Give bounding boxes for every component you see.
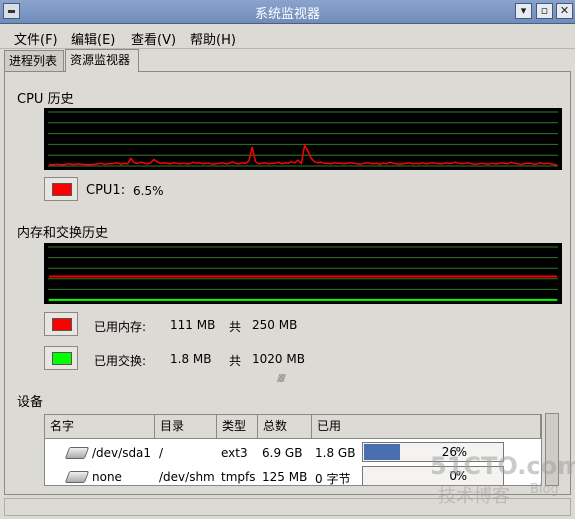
cpu-legend-value: 6.5% [133,184,164,198]
hard-disk-icon [64,447,90,459]
device-used: 1.8 GB [315,446,356,460]
tab-resource-monitor[interactable]: 资源监视器 [65,49,139,72]
menu-view[interactable]: 查看(V) [131,29,176,48]
device-used: 0 字节 [315,472,351,486]
menu-help[interactable]: 帮助(H) [190,29,236,48]
device-dir: /dev/shm [159,470,215,484]
menu-edit[interactable]: 编辑(E) [71,29,115,48]
window-title: 系统监视器 [254,7,320,22]
memory-total-value: 250 MB [252,318,298,332]
window-titlebar[interactable]: 系统监视器 ▾ ▫ ✕ [0,0,575,24]
watermark-blog-cn: 技术博客 [438,486,510,507]
minimize-button[interactable]: ▾ [515,3,532,19]
maximize-button[interactable]: ▫ [536,3,553,19]
memory-of-label: 共 [229,320,242,334]
column-header-total[interactable]: 总数 [258,415,312,439]
devices-title: 设备 [17,395,44,410]
memory-color-button[interactable] [44,312,78,336]
swap-used-label: 已用交换: [94,354,147,368]
column-header-type[interactable]: 类型 [217,415,258,439]
memory-used-value: 111 MB [170,318,216,332]
memory-history-title: 内存和交换历史 [17,226,109,241]
device-name: /dev/sda1 [92,446,152,460]
device-name: none [92,470,122,484]
device-total: 125 MB [262,470,308,484]
devices-table-header: 名字 目录 类型 总数 已用 [45,415,541,439]
memory-color-swatch [52,318,72,331]
swap-color-swatch [52,352,72,365]
usage-progress-fill [364,444,400,460]
menu-file[interactable]: 文件(F) [14,29,58,48]
cpu-history-title: CPU 历史 [17,92,74,107]
swap-of-label: 共 [229,354,242,368]
swap-color-button[interactable] [44,346,78,370]
device-dir: / [159,446,164,460]
device-type: ext3 [221,446,248,460]
hard-disk-icon [64,471,90,483]
close-button[interactable]: ✕ [556,3,573,19]
swap-used-value: 1.8 MB [170,352,212,366]
column-header-used[interactable]: 已用 [312,415,541,439]
swap-total-value: 1020 MB [252,352,305,366]
cpu-legend-label: CPU1: [86,183,126,198]
column-header-name[interactable]: 名字 [45,415,155,439]
watermark-site: 51CTO.com [430,452,575,480]
pane-resize-handle[interactable]: ///// [277,373,286,384]
cpu-color-button[interactable] [44,177,78,201]
watermark-blog: Blog [530,482,559,497]
memory-used-label: 已用内存: [94,320,147,334]
menubar: 文件(F) 编辑(E) 查看(V) 帮助(H) [0,24,575,49]
column-header-dir[interactable]: 目录 [155,415,217,439]
cpu-history-graph [44,108,562,170]
device-total: 6.9 GB [262,446,303,460]
device-type: tmpfs [221,470,256,484]
memory-history-graph [44,243,562,304]
tab-process-list[interactable]: 进程列表 [4,50,64,71]
cpu-color-swatch [52,183,72,196]
